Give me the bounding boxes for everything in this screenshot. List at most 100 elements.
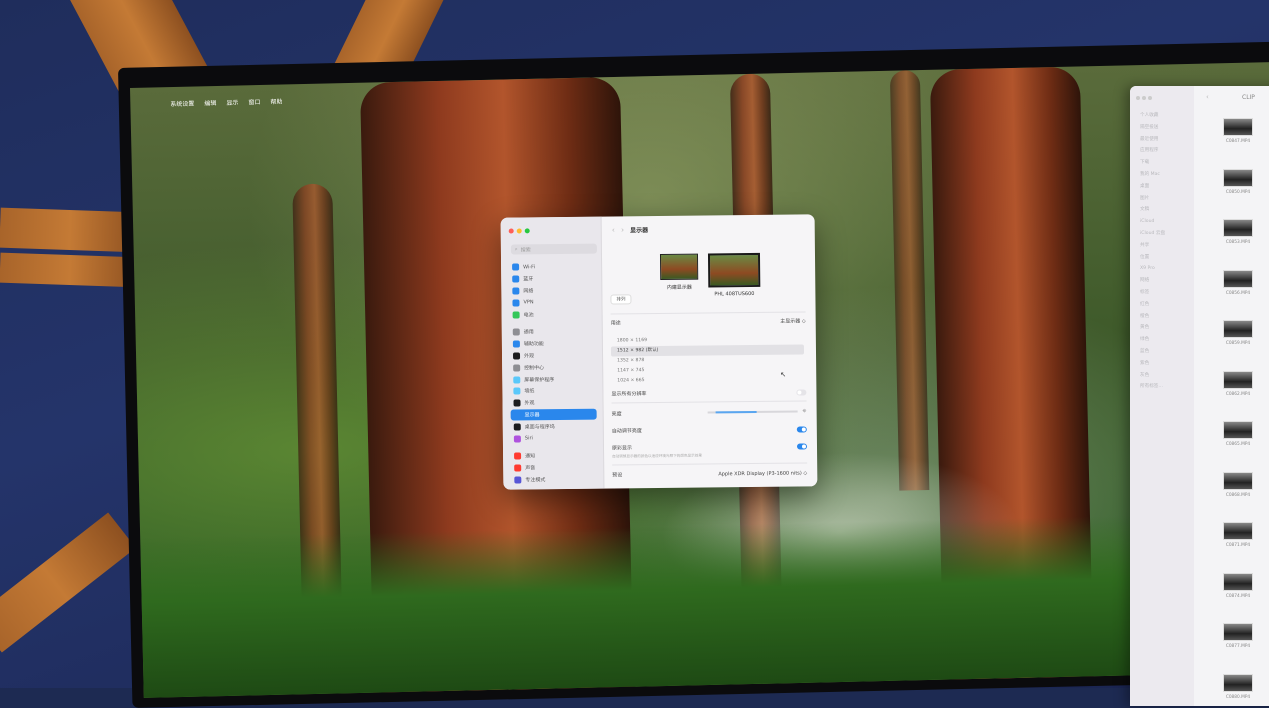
sidebar-item-sound[interactable]: 声音 <box>511 461 597 474</box>
finder-sidebar-item[interactable]: 绿色 <box>1136 334 1192 346</box>
file-item[interactable]: C0859.MP4 <box>1208 320 1268 371</box>
sidebar-item-label: Siri <box>524 435 533 442</box>
file-item[interactable]: C0850.MP4 <box>1208 168 1268 220</box>
video-thumbnail <box>1223 320 1253 338</box>
menu-item-app[interactable]: 系统设置 <box>170 98 194 108</box>
file-item[interactable]: C0856.MP4 <box>1208 269 1268 321</box>
finder-sidebar-item[interactable]: X9 Pro <box>1136 263 1192 275</box>
true-tone-toggle[interactable] <box>796 442 808 450</box>
finder-sidebar-item[interactable]: 蓝色 <box>1136 346 1192 358</box>
finder-sidebar-item[interactable]: 橙色 <box>1136 311 1192 323</box>
brightness-slider[interactable] <box>707 410 798 414</box>
finder-sidebar-item[interactable]: 最近使用 <box>1136 134 1192 146</box>
sidebar-item-dock[interactable]: 外观 <box>510 396 596 409</box>
control-center-icon <box>513 364 521 372</box>
show-all-toggle[interactable] <box>796 388 807 396</box>
window-controls <box>1136 96 1152 100</box>
sidebar-item-desktop-dock[interactable]: 桌面与程序坞 <box>511 420 597 433</box>
sidebar-item-screensaver[interactable]: 屏幕保护程序 <box>510 373 596 386</box>
finder-sidebar-item[interactable]: 隔空投送 <box>1136 122 1192 134</box>
sidebar-item-label: 墙纸 <box>524 388 535 395</box>
sidebar-item-bluetooth[interactable]: 蓝牙 <box>509 272 595 285</box>
divider <box>612 462 808 466</box>
file-item[interactable]: C0853.MP4 <box>1208 219 1268 270</box>
file-item[interactable]: C0880.MP4 <box>1208 673 1268 707</box>
file-name: C0865.MP4 <box>1225 442 1251 447</box>
minimize-button[interactable] <box>1142 96 1146 100</box>
finder-sidebar-item[interactable]: iCloud <box>1136 216 1192 228</box>
usage-select[interactable]: 主显示器 ◇ <box>780 317 805 324</box>
sidebar-item-label: 屏幕保护程序 <box>524 376 555 383</box>
file-item[interactable]: C0865.MP4 <box>1208 421 1268 472</box>
finder-sidebar-item[interactable]: 紫色 <box>1136 358 1192 370</box>
file-item[interactable]: C0871.MP4 <box>1208 522 1268 573</box>
file-item[interactable]: C0868.MP4 <box>1208 471 1268 523</box>
wallpaper-icon <box>513 387 521 395</box>
sidebar-item-accessibility[interactable]: 辅助功能 <box>510 337 596 350</box>
brightness-label: 亮度 <box>611 410 622 417</box>
sidebar-item-battery[interactable]: 电池 <box>510 308 596 321</box>
finder-sidebar-item[interactable]: 应用程序 <box>1136 145 1192 157</box>
close-button[interactable] <box>1136 96 1140 100</box>
menu-item-help[interactable]: 帮助 <box>270 96 282 105</box>
file-item[interactable]: C0862.MP4 <box>1208 370 1268 422</box>
sidebar-item-notifications[interactable]: 通知 <box>511 450 597 463</box>
file-name: C0847.MP4 <box>1225 139 1251 144</box>
sidebar-item-siri[interactable]: Siri <box>511 432 597 445</box>
appearance-icon <box>512 352 521 360</box>
minimize-button[interactable] <box>516 228 522 234</box>
display-external[interactable]: PHL 408TUS600 <box>707 252 761 298</box>
zoom-button[interactable] <box>1148 96 1152 100</box>
search-field[interactable]: ⌕ 搜索 <box>510 243 597 255</box>
window-controls <box>508 228 530 234</box>
finder-sidebar-item[interactable]: 桌面 <box>1136 181 1192 193</box>
back-button[interactable]: ‹ <box>612 225 615 234</box>
finder-sidebar-item[interactable]: 下载 <box>1136 157 1192 169</box>
finder-sidebar-item[interactable]: iCloud 云盘 <box>1136 228 1192 240</box>
file-item[interactable]: C0874.MP4 <box>1208 572 1268 624</box>
sound-icon <box>514 464 522 472</box>
finder-sidebar-item[interactable]: 灰色 <box>1136 370 1192 382</box>
file-item[interactable]: C0877.MP4 <box>1208 623 1268 674</box>
finder-sidebar-item[interactable]: 位置 <box>1136 252 1192 264</box>
sidebar-item-gear[interactable]: 通用 <box>510 326 596 339</box>
finder-sidebar-item[interactable]: 红色 <box>1136 299 1192 311</box>
finder-sidebar-item[interactable]: 黄色 <box>1136 322 1192 334</box>
page-title: 显示器 <box>630 226 649 234</box>
sidebar-item-globe[interactable]: 网络 <box>509 284 595 297</box>
menu-item-view[interactable]: 显示 <box>226 97 238 106</box>
sidebar-item-wallpaper[interactable]: 墙纸 <box>510 385 596 398</box>
finder-sidebar-item[interactable]: 共享 <box>1136 240 1192 252</box>
arrange-button[interactable]: 排列 <box>610 294 632 305</box>
usage-row: 用途 主显示器 ◇ <box>611 317 806 326</box>
dock-icon <box>513 399 521 407</box>
zoom-button[interactable] <box>524 228 530 234</box>
back-button[interactable]: ‹ <box>1206 93 1209 101</box>
close-button[interactable] <box>508 228 514 234</box>
sidebar-item-display[interactable]: 显示器 <box>510 408 597 421</box>
menu-item-edit[interactable]: 编辑 <box>204 98 216 107</box>
sidebar-item-focus[interactable]: 专注模式 <box>511 473 597 486</box>
display-builtin[interactable]: 内建显示器 <box>659 253 699 298</box>
finder-sidebar-item[interactable]: 文稿 <box>1136 204 1192 216</box>
file-item[interactable]: C0847.MP4 <box>1208 118 1268 169</box>
finder-sidebar-item[interactable]: 标签 <box>1136 287 1192 299</box>
menu-item-window[interactable]: 窗口 <box>248 97 260 106</box>
resolution-option[interactable]: 1024 × 665 <box>611 374 804 386</box>
video-thumbnail <box>1223 673 1253 692</box>
finder-sidebar-item[interactable]: 个人收藏 <box>1136 110 1192 122</box>
finder-sidebar-item[interactable]: 图片 <box>1136 193 1192 205</box>
sidebar-item-vpn[interactable]: VPN <box>509 296 595 309</box>
sidebar-item-control-center[interactable]: 控制中心 <box>510 361 596 374</box>
sidebar-item-appearance[interactable]: 外观 <box>510 349 596 362</box>
vpn-icon <box>512 299 520 307</box>
forward-button[interactable]: › <box>621 225 624 234</box>
finder-sidebar-item[interactable]: 所有标签… <box>1136 381 1192 393</box>
finder-sidebar-item[interactable]: 我的 Mac <box>1136 169 1192 181</box>
preset-select[interactable]: Apple XDR Display (P3-1600 nits) ◇ <box>718 470 807 477</box>
file-name: C0856.MP4 <box>1225 290 1251 296</box>
sidebar-item-label: 外观 <box>524 400 535 407</box>
auto-brightness-toggle[interactable] <box>796 425 807 433</box>
finder-sidebar-item[interactable]: 网络 <box>1136 275 1192 287</box>
sidebar-item-wifi[interactable]: Wi-Fi <box>509 261 595 274</box>
